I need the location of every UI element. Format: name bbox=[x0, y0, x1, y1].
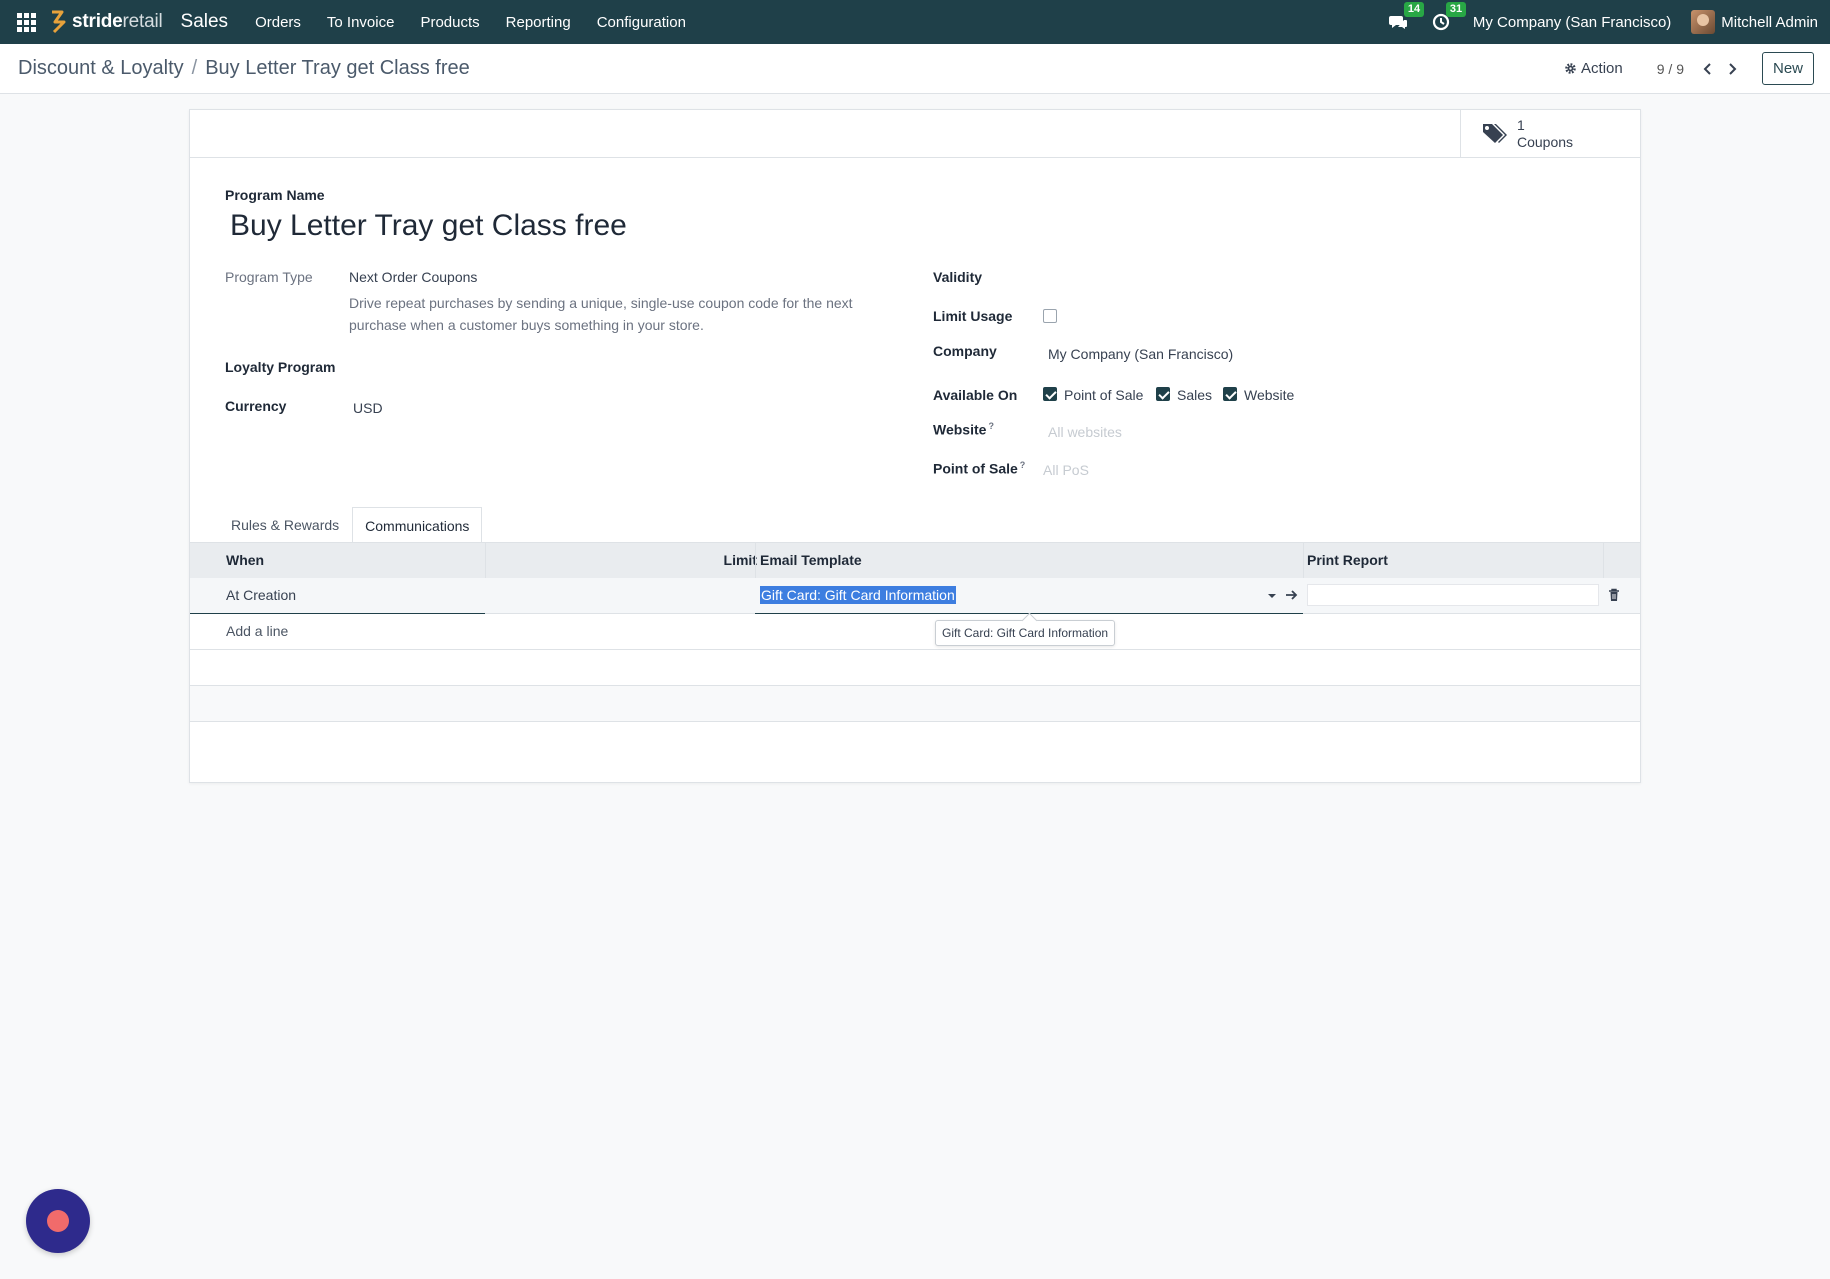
activity-menu[interactable]: 31 bbox=[1431, 2, 1467, 32]
brand-name-bold: stride bbox=[72, 11, 123, 32]
table-header: When Limit Email Template Print Report bbox=[190, 543, 1640, 578]
company-label: Company bbox=[933, 343, 997, 359]
app-name[interactable]: Sales bbox=[181, 11, 229, 33]
activities-badge: 31 bbox=[1445, 2, 1467, 17]
caret-down-icon[interactable] bbox=[1267, 592, 1277, 600]
form-sheet: 1 Coupons Program Name Buy Letter Tray g… bbox=[189, 109, 1641, 783]
notebook-tabs: Rules & Rewards Communications bbox=[218, 506, 483, 543]
company-field[interactable]: My Company (San Francisco) bbox=[1048, 346, 1233, 362]
gear-icon bbox=[1565, 63, 1576, 74]
currency-label: Currency bbox=[225, 398, 287, 414]
messaging-menu[interactable]: 14 bbox=[1388, 2, 1425, 32]
tags-icon bbox=[1483, 123, 1507, 143]
pos-label-text: Point of Sale bbox=[933, 460, 1018, 477]
main-menu: Orders To Invoice Products Reporting Con… bbox=[242, 14, 699, 31]
empty-row bbox=[190, 650, 1640, 686]
breadcrumb-current: Buy Letter Tray get Class free bbox=[205, 57, 470, 79]
new-button[interactable]: New bbox=[1761, 52, 1814, 85]
company-switcher[interactable]: My Company (San Francisco) bbox=[1473, 14, 1671, 31]
limit-cell[interactable] bbox=[490, 578, 755, 613]
action-label: Action bbox=[1581, 60, 1623, 77]
assistant-dot-icon bbox=[47, 1210, 69, 1232]
menu-products[interactable]: Products bbox=[407, 14, 492, 31]
available-on-label: Available On bbox=[933, 387, 1018, 403]
currency-field[interactable]: USD bbox=[353, 400, 383, 416]
coupons-count: 1 bbox=[1517, 116, 1525, 133]
messages-badge: 14 bbox=[1403, 2, 1425, 17]
pager-next-button[interactable] bbox=[1720, 57, 1744, 81]
chevron-right-icon bbox=[1729, 62, 1737, 75]
available-on-pos-label: Point of Sale bbox=[1064, 387, 1144, 403]
avatar bbox=[1691, 10, 1716, 34]
user-name: Mitchell Admin bbox=[1721, 13, 1818, 31]
website-field[interactable]: All websites bbox=[1048, 424, 1122, 440]
email-template-cell[interactable]: Gift Card: Gift Card Information bbox=[760, 578, 956, 613]
program-type-label: Program Type bbox=[225, 269, 313, 285]
tab-communications[interactable]: Communications bbox=[352, 507, 483, 543]
website-help-mark[interactable]: ? bbox=[988, 421, 994, 431]
menu-to-invoice[interactable]: To Invoice bbox=[314, 14, 408, 31]
control-panel: Discount & Loyalty / Buy Letter Tray get… bbox=[0, 44, 1830, 94]
email-template-tooltip: Gift Card: Gift Card Information bbox=[935, 620, 1116, 646]
print-report-field[interactable] bbox=[1307, 584, 1599, 606]
available-on-sales-label: Sales bbox=[1177, 387, 1213, 403]
table-row[interactable]: At Creation Gift Card: Gift Card Informa… bbox=[190, 578, 1640, 614]
pager-previous-button[interactable] bbox=[1696, 57, 1720, 81]
chevron-left-icon bbox=[1703, 62, 1711, 75]
coupons-stat-button[interactable]: 1 Coupons bbox=[1460, 110, 1640, 157]
column-header-when[interactable]: When bbox=[226, 543, 264, 578]
add-line-row: Add a line bbox=[190, 614, 1640, 650]
limit-usage-label: Limit Usage bbox=[933, 308, 1013, 324]
top-navbar: stride retail Sales Orders To Invoice Pro… bbox=[0, 0, 1830, 44]
program-name-label: Program Name bbox=[225, 187, 325, 203]
tab-rules-rewards[interactable]: Rules & Rewards bbox=[218, 506, 352, 542]
column-header-email-template[interactable]: Email Template bbox=[760, 543, 862, 578]
communications-table: When Limit Email Template Print Report A… bbox=[190, 542, 1640, 722]
limit-usage-checkbox[interactable] bbox=[1043, 309, 1057, 323]
pager-value[interactable]: 9 / 9 bbox=[1657, 61, 1684, 77]
breadcrumb-separator: / bbox=[191, 57, 198, 79]
available-on-website-label: Website bbox=[1244, 387, 1295, 403]
menu-configuration[interactable]: Configuration bbox=[584, 14, 699, 31]
apps-menu-icon[interactable] bbox=[14, 10, 38, 34]
trash-icon bbox=[1609, 588, 1619, 601]
program-type-field[interactable]: Next Order Coupons bbox=[349, 269, 477, 285]
pos-help-mark[interactable]: ? bbox=[1020, 460, 1026, 470]
add-line-link[interactable]: Add a line bbox=[226, 614, 288, 649]
column-header-limit[interactable]: Limit bbox=[717, 543, 757, 578]
breadcrumb-parent-link[interactable]: Discount & Loyalty bbox=[18, 57, 184, 80]
coupons-label: Coupons bbox=[1517, 133, 1574, 150]
delete-row-button[interactable] bbox=[1608, 588, 1620, 605]
program-name-field[interactable]: Buy Letter Tray get Class free bbox=[230, 209, 627, 243]
empty-row bbox=[190, 686, 1640, 722]
available-on-pos-checkbox[interactable] bbox=[1043, 387, 1057, 401]
validity-label: Validity bbox=[933, 269, 983, 285]
breadcrumb: Discount & Loyalty / Buy Letter Tray get… bbox=[18, 57, 470, 80]
available-on-website-checkbox[interactable] bbox=[1223, 387, 1237, 401]
user-menu[interactable]: Mitchell Admin bbox=[1691, 10, 1818, 34]
brand-logo[interactable]: stride retail bbox=[48, 10, 163, 34]
button-box: 1 Coupons bbox=[190, 110, 1640, 158]
website-label-text: Website bbox=[933, 421, 987, 438]
point-of-sale-label: Point of Sale? bbox=[933, 460, 1025, 477]
email-template-value: Gift Card: Gift Card Information bbox=[760, 586, 956, 604]
column-header-print-report[interactable]: Print Report bbox=[1307, 543, 1388, 578]
loyalty-program-label: Loyalty Program bbox=[225, 359, 336, 375]
website-label: Website? bbox=[933, 421, 994, 438]
point-of-sale-field[interactable]: All PoS bbox=[1043, 462, 1089, 478]
stride-logo-icon bbox=[52, 10, 66, 34]
brand-name-light: retail bbox=[122, 11, 163, 32]
assistant-launcher-button[interactable] bbox=[26, 1189, 90, 1253]
menu-reporting[interactable]: Reporting bbox=[493, 14, 584, 31]
action-menu-button[interactable]: Action bbox=[1564, 60, 1623, 77]
program-type-description: Drive repeat purchases by sending a uniq… bbox=[349, 295, 853, 333]
when-cell[interactable]: At Creation bbox=[226, 578, 296, 613]
control-panel-actions: Action 9 / 9 New bbox=[1564, 52, 1830, 85]
available-on-sales-checkbox[interactable] bbox=[1156, 387, 1170, 401]
systray: 14 31 My Company (San Francisco) Mitchel… bbox=[1388, 0, 1830, 44]
arrow-right-icon[interactable] bbox=[1285, 589, 1298, 601]
menu-orders[interactable]: Orders bbox=[242, 14, 314, 31]
